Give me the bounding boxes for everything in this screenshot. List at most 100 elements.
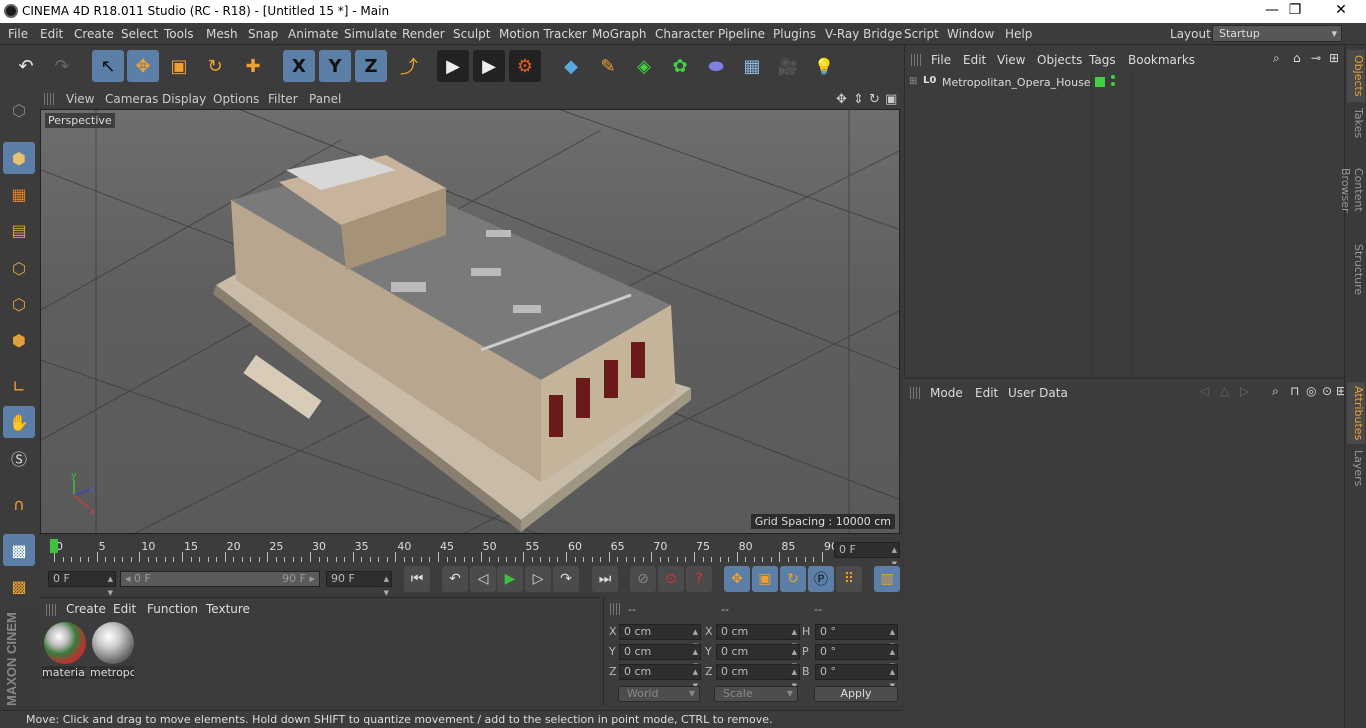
- material-menu-function[interactable]: Function: [147, 602, 198, 616]
- menu-script[interactable]: Script: [904, 27, 939, 41]
- position-y-field[interactable]: 0 cm▲▼: [619, 644, 701, 670]
- camera-button[interactable]: 🎥: [772, 50, 804, 82]
- scale-tool-button[interactable]: ▣: [163, 50, 195, 82]
- panel-grip-icon[interactable]: [610, 603, 620, 615]
- settings-icon[interactable]: ⊙: [1322, 384, 1332, 398]
- editor-visibility-icon[interactable]: [1111, 75, 1115, 79]
- viewport-maximize-icon[interactable]: ▣: [885, 92, 897, 107]
- timeline[interactable]: 0 5 10 15 20 25 30 35 40 45 50 55 60 65 70 75 80 85 90 0 F…: [40, 536, 902, 568]
- workplane-mode-icon[interactable]: ▤: [3, 214, 35, 246]
- material-menu-texture[interactable]: Texture: [206, 602, 250, 616]
- deformer-button[interactable]: ⬬: [700, 50, 732, 82]
- model-mode-icon[interactable]: ⬢: [3, 142, 35, 174]
- tab-attributes[interactable]: Attributes: [1347, 382, 1365, 444]
- coordinate-space-select[interactable]: World ▼: [618, 686, 700, 702]
- search-icon[interactable]: ⌕: [1273, 51, 1280, 66]
- panel-grip-icon[interactable]: [910, 387, 920, 399]
- om-menu-bookmarks[interactable]: Bookmarks: [1128, 53, 1195, 67]
- material-swatch[interactable]: metropo: [90, 620, 134, 680]
- panel-grip-icon[interactable]: [911, 54, 921, 66]
- render-picture-viewer-button[interactable]: ▶: [473, 50, 505, 82]
- size-mode-select[interactable]: Scale ▼: [714, 686, 798, 702]
- position-x-field[interactable]: 0 cm▲▼: [619, 624, 701, 650]
- menu-snap[interactable]: Snap: [248, 27, 278, 41]
- light-button[interactable]: 💡: [808, 50, 840, 82]
- texture-mode-icon[interactable]: ▦: [3, 178, 35, 210]
- select-tool-button[interactable]: ↖: [92, 50, 124, 82]
- viewport-rotate-icon[interactable]: ↻: [869, 92, 880, 107]
- key-rotation-button[interactable]: ↻: [780, 566, 806, 592]
- pen-spline-button[interactable]: ✎: [592, 50, 624, 82]
- menu-simulate[interactable]: Simulate: [344, 27, 397, 41]
- snap-magnet-icon[interactable]: ∩: [3, 488, 35, 520]
- undo-button[interactable]: ↶: [10, 50, 42, 82]
- menu-character[interactable]: Character: [655, 27, 714, 41]
- tab-layers[interactable]: Layers: [1347, 446, 1365, 486]
- restore-button[interactable]: ❐: [1272, 0, 1318, 23]
- autokey-button[interactable]: ⊙: [658, 566, 684, 592]
- panel-grip-icon[interactable]: [46, 604, 56, 616]
- up-icon[interactable]: △: [1220, 384, 1229, 398]
- previous-key-button[interactable]: ↶: [442, 566, 468, 592]
- menu-sculpt[interactable]: Sculpt: [453, 27, 490, 41]
- cube-object-button[interactable]: ◆: [555, 50, 587, 82]
- y-axis-button[interactable]: Y: [319, 50, 351, 82]
- size-y-field[interactable]: 0 cm▲▼: [716, 644, 800, 670]
- subdivision-surface-button[interactable]: ◈: [628, 50, 660, 82]
- om-menu-tags[interactable]: Tags: [1089, 53, 1116, 67]
- viewport-menu-filter[interactable]: Filter: [268, 92, 298, 106]
- tab-content-browser[interactable]: Content Browser: [1339, 144, 1365, 236]
- redo-button[interactable]: ↷: [46, 50, 78, 82]
- material-swatch[interactable]: material: [42, 620, 86, 680]
- size-z-field[interactable]: 0 cm▲▼: [716, 664, 800, 690]
- am-menu-mode[interactable]: Mode: [930, 386, 963, 400]
- key-pla-button[interactable]: ⠿: [836, 566, 862, 592]
- current-frame-field[interactable]: 0 F▲▼: [834, 542, 900, 568]
- search-icon[interactable]: ⌕: [1272, 384, 1279, 399]
- render-visibility-icon[interactable]: [1111, 82, 1115, 86]
- position-z-field[interactable]: 0 cm▲▼: [619, 664, 701, 690]
- rotation-b-field[interactable]: 0 °▲▼: [815, 664, 898, 690]
- key-parameter-button[interactable]: Ⓟ: [808, 566, 834, 592]
- material-menu-create[interactable]: Create: [66, 602, 106, 616]
- object-row[interactable]: ⊞ L0 Metropolitan_Opera_House: [909, 74, 1091, 92]
- home-icon[interactable]: ⌂: [1293, 51, 1301, 65]
- rotation-h-field[interactable]: 0 °▲▼: [815, 624, 898, 650]
- timeline-ruler[interactable]: 0 5 10 15 20 25 30 35 40 45 50 55 60 65 70 75 80 85 90: [48, 538, 838, 562]
- link-icon[interactable]: ⊸: [1311, 51, 1321, 65]
- menu-help[interactable]: Help: [1005, 27, 1032, 41]
- render-view-button[interactable]: ▶: [437, 50, 469, 82]
- next-frame-button[interactable]: ▷: [525, 566, 551, 592]
- workplane-grid-icon[interactable]: ▩: [3, 534, 35, 566]
- viewport-menu-display[interactable]: Display: [162, 92, 206, 106]
- menu-vray-bridge[interactable]: V-Ray Bridge: [825, 27, 902, 41]
- lock-icon[interactable]: ⊓: [1290, 384, 1299, 398]
- keyframe-selection-button[interactable]: ?: [686, 566, 712, 592]
- layer-color-icon[interactable]: [1095, 77, 1105, 87]
- render-settings-button[interactable]: ⚙: [509, 50, 541, 82]
- rotate-tool-button[interactable]: ↻: [199, 50, 231, 82]
- perspective-viewport[interactable]: y z x Perspective Grid Spacing : 10000 c…: [40, 109, 900, 534]
- playhead[interactable]: [50, 539, 58, 553]
- next-key-button[interactable]: ↷: [553, 566, 579, 592]
- spinner-icon[interactable]: ▲▼: [108, 572, 113, 600]
- viewport-menu-view[interactable]: View: [66, 92, 94, 106]
- frame-range-slider[interactable]: ◂ 0 F 90 F ▸: [120, 571, 320, 587]
- menu-file[interactable]: File: [8, 27, 28, 41]
- start-frame-field[interactable]: 0 F ▲ ▼: [48, 571, 116, 597]
- om-menu-view[interactable]: View: [997, 53, 1025, 67]
- menu-select[interactable]: Select: [121, 27, 158, 41]
- previous-frame-button[interactable]: ◁: [470, 566, 496, 592]
- viewport-menu-options[interactable]: Options: [213, 92, 259, 106]
- expand-icon[interactable]: ⊞: [909, 76, 917, 87]
- key-position-button[interactable]: ✥: [724, 566, 750, 592]
- menu-motion-tracker[interactable]: Motion Tracker: [499, 27, 587, 41]
- x-axis-button[interactable]: X: [283, 50, 315, 82]
- timeline-window-button[interactable]: ▥: [874, 566, 900, 592]
- new-panel-icon[interactable]: ⊞: [1329, 51, 1339, 65]
- coordinate-system-button[interactable]: ⤴: [393, 50, 425, 82]
- tab-takes[interactable]: Takes: [1347, 104, 1365, 140]
- rotation-p-field[interactable]: 0 °▲▼: [815, 644, 898, 670]
- z-axis-button[interactable]: Z: [355, 50, 387, 82]
- tweak-mode-icon[interactable]: ✋: [3, 406, 35, 438]
